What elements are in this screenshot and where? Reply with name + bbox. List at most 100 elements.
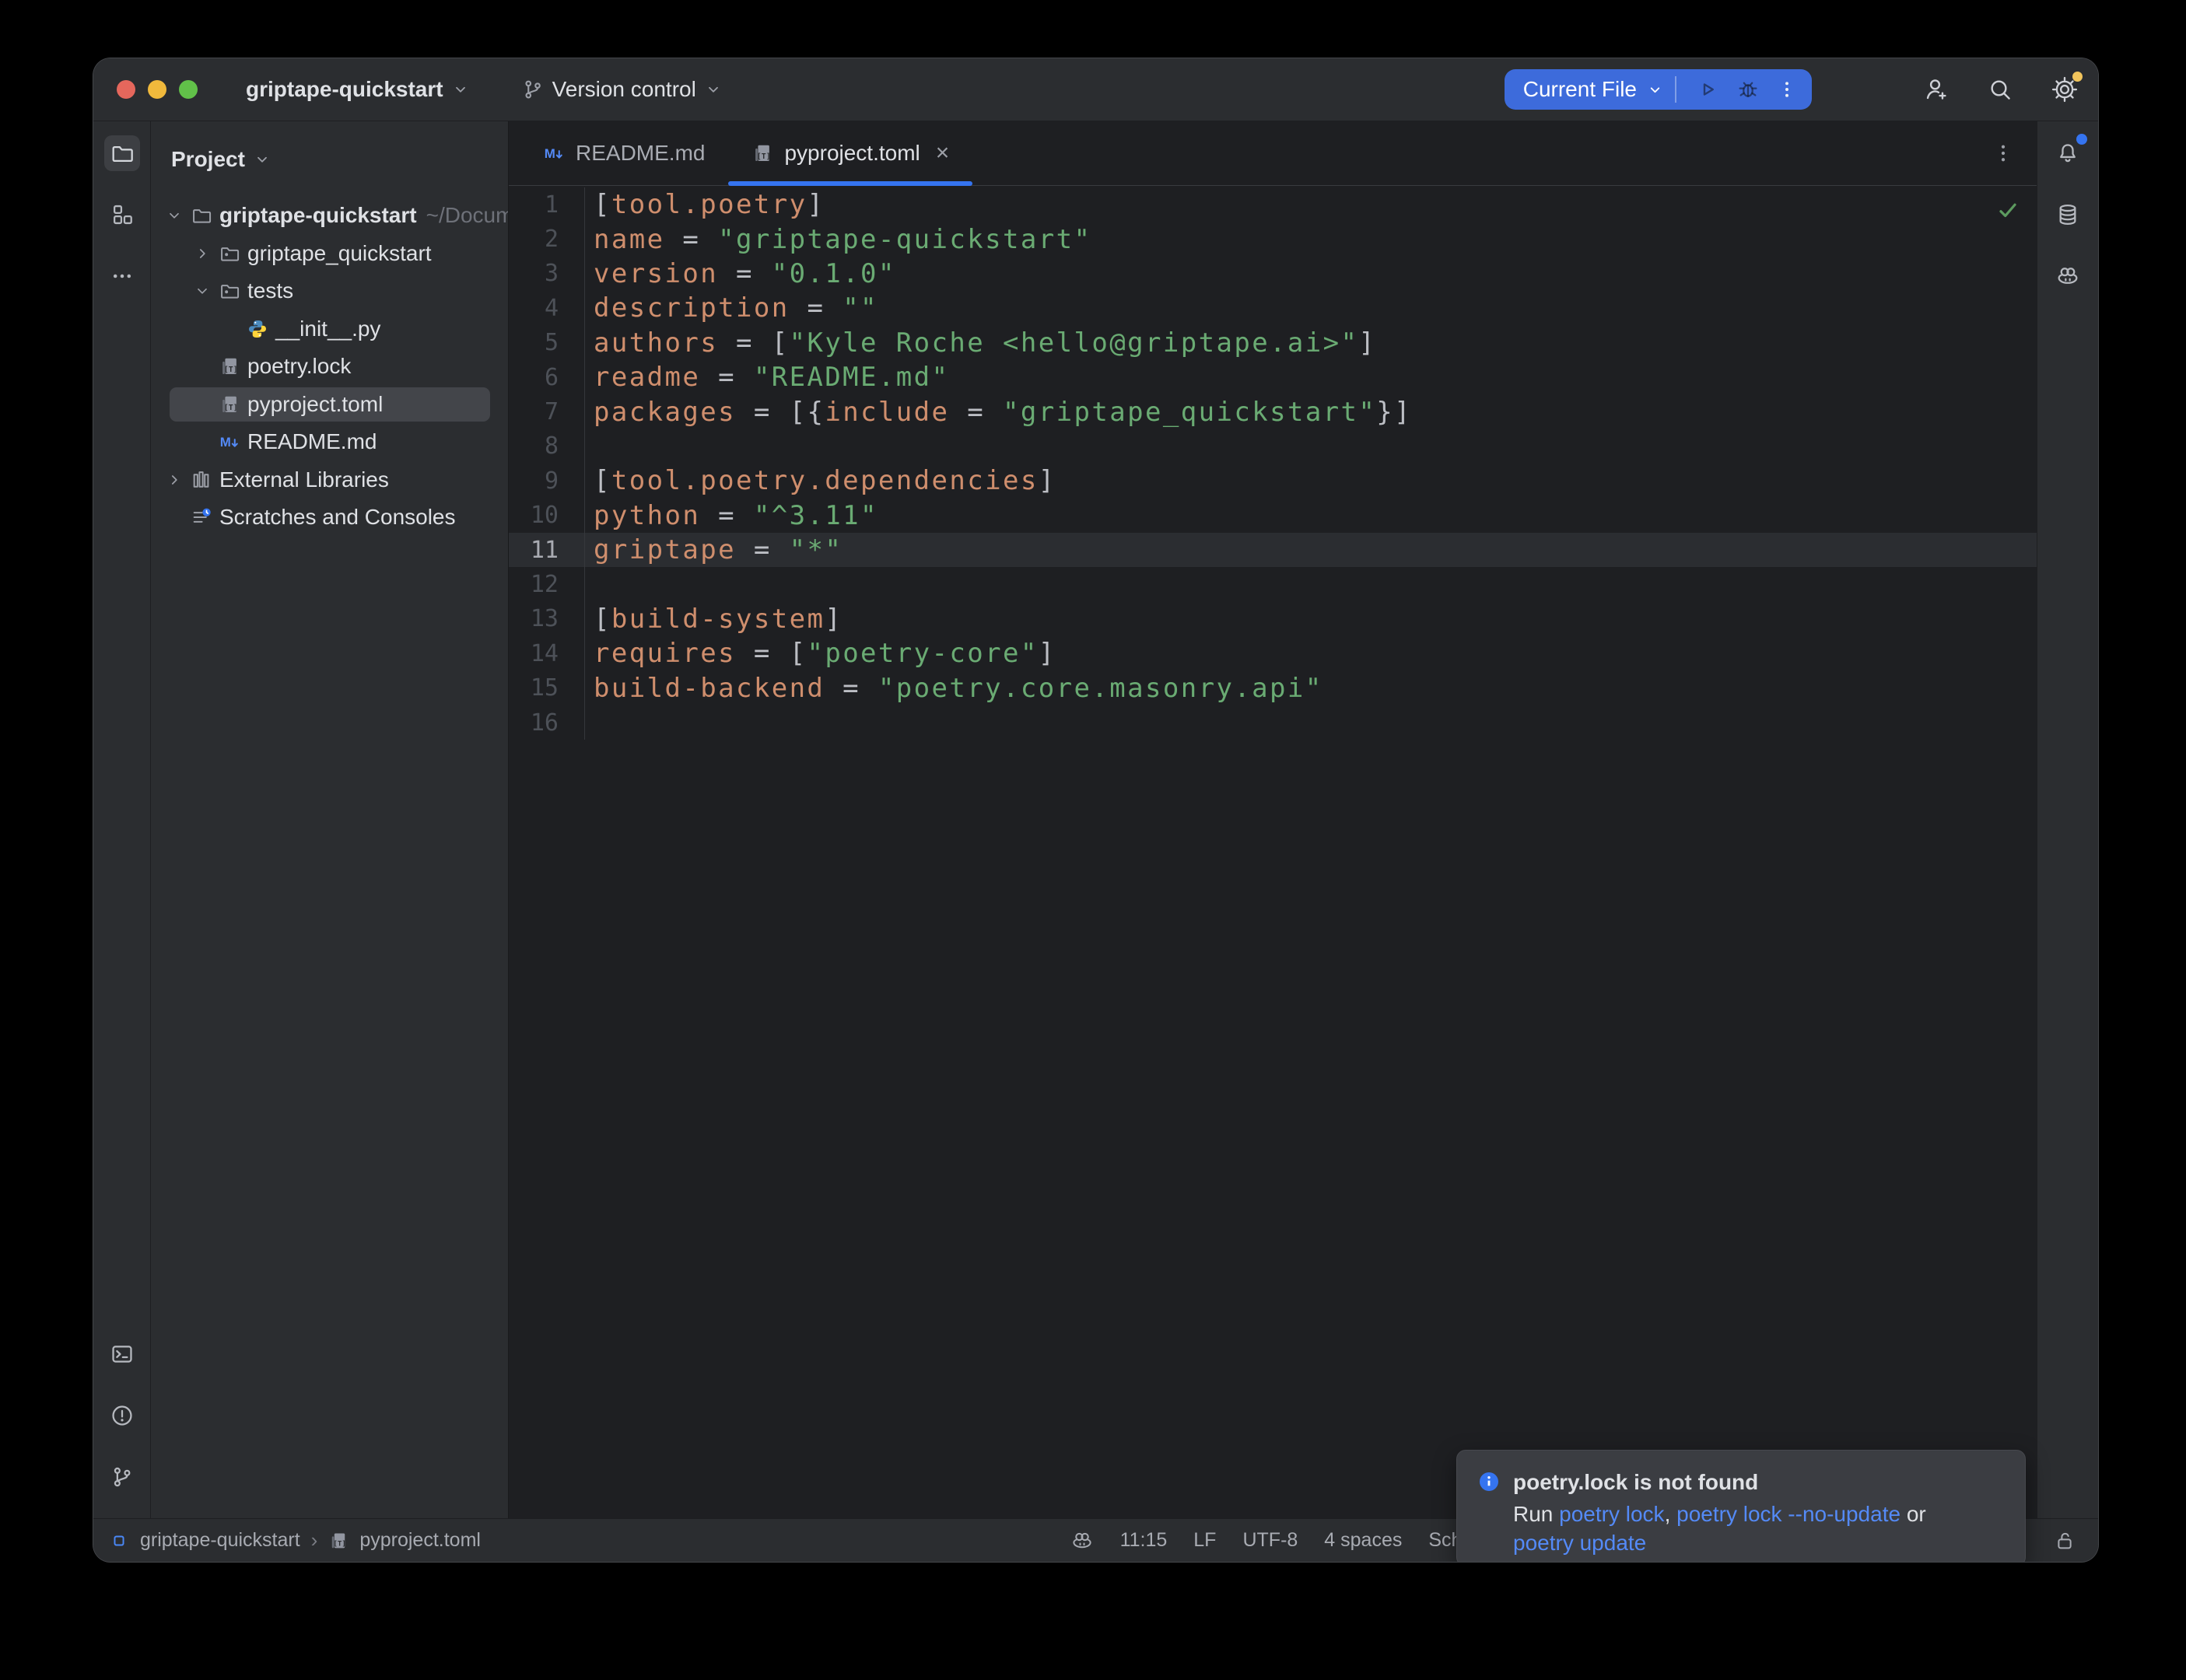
notification-body-text: , (1665, 1502, 1677, 1526)
tab-readme-md[interactable]: README.md (520, 121, 728, 185)
tool-strip-button-project[interactable] (104, 135, 140, 171)
editor[interactable]: 1[tool.poetry]2name = "griptape-quicksta… (509, 186, 2037, 1518)
poetry-lock-link[interactable]: poetry lock (1559, 1502, 1664, 1526)
vcs-widget-label: Version control (552, 77, 696, 102)
run-button[interactable] (1695, 77, 1720, 102)
info-icon (1477, 1470, 1501, 1493)
tool-strip-button-database[interactable] (2050, 197, 2086, 233)
tool-strip-button-terminal[interactable] (104, 1336, 140, 1372)
code-text: readme = "README.md" (585, 362, 949, 393)
library-icon (191, 469, 212, 491)
tree-item-label: tests (247, 278, 293, 303)
line-number: 10 (509, 499, 585, 533)
chevron-right-icon (165, 471, 184, 489)
tool-strip-button-more-tools[interactable] (104, 258, 140, 294)
tree-item-pyproject-toml[interactable]: pyproject.toml (151, 386, 508, 424)
chevron-right-icon[interactable] (162, 471, 187, 489)
code-line-9[interactable]: 9[tool.poetry.dependencies] (509, 464, 2037, 498)
breadcrumb-file[interactable]: pyproject.toml (359, 1529, 481, 1552)
vcs-widget[interactable]: Version control (521, 77, 723, 102)
tree-item-poetry-lock[interactable]: poetry.lock (151, 348, 508, 386)
code-line-11[interactable]: 11griptape = "*" (509, 533, 2037, 567)
close-window-button[interactable] (117, 80, 135, 99)
code-text: requires = ["poetry-core"] (585, 638, 1056, 669)
line-number: 14 (509, 636, 585, 670)
breadcrumb-project[interactable]: griptape-quickstart (140, 1529, 300, 1552)
tree-item-tests[interactable]: tests (151, 272, 508, 310)
notification-balloon: poetry.lock is not found Run poetry lock… (1456, 1450, 2026, 1562)
bell-icon (2055, 141, 2080, 166)
tab-label: pyproject.toml (784, 141, 920, 166)
chevron-right-icon[interactable] (190, 244, 215, 263)
code-line-2[interactable]: 2name = "griptape-quickstart" (509, 222, 2037, 256)
line-number: 9 (509, 464, 585, 498)
minimize-window-button[interactable] (148, 80, 166, 99)
code-text: packages = [{include = "griptape_quickst… (585, 397, 1412, 428)
markdown-icon (543, 142, 565, 164)
project-panel-header[interactable]: Project (151, 121, 508, 197)
line-number: 16 (509, 705, 585, 740)
code-line-4[interactable]: 4description = "" (509, 291, 2037, 325)
project-selector[interactable]: griptape-quickstart (246, 77, 470, 102)
tool-strip-button-structure[interactable] (104, 197, 140, 233)
code-with-me-button[interactable] (1922, 75, 1950, 103)
editor-tab-bar: README.md pyproject.toml × (509, 121, 2037, 186)
zoom-window-button[interactable] (179, 80, 198, 99)
chevron-down-icon[interactable] (1646, 81, 1664, 99)
editor-options-icon[interactable] (1992, 142, 2015, 165)
line-ending-indicator[interactable]: LF (1193, 1529, 1216, 1552)
search-everywhere-button[interactable] (1986, 75, 2014, 103)
tool-strip-button-ai-assistant[interactable] (2050, 258, 2086, 294)
code-line-10[interactable]: 10python = "^3.11" (509, 499, 2037, 533)
code-line-6[interactable]: 6readme = "README.md" (509, 360, 2037, 394)
ai-assistant-status-icon[interactable] (1070, 1529, 1094, 1552)
inspections-ok-check-icon[interactable] (1996, 198, 2020, 222)
chevron-down-icon[interactable] (162, 206, 187, 225)
tree-item-griptape-quickstart[interactable]: griptape-quickstart~/Docume (151, 197, 508, 235)
code-line-8[interactable]: 8 (509, 429, 2037, 464)
run-config-selector[interactable]: Current File (1523, 77, 1637, 102)
code-line-14[interactable]: 14requires = ["poetry-core"] (509, 636, 2037, 670)
line-number: 1 (509, 187, 585, 222)
code-line-13[interactable]: 13[build-system] (509, 602, 2037, 636)
tool-strip-button-notifications[interactable] (2050, 135, 2086, 171)
code-line-12[interactable]: 12 (509, 567, 2037, 601)
code-text: description = "" (585, 292, 878, 324)
debug-button[interactable] (1736, 77, 1760, 102)
close-tab-icon[interactable]: × (936, 142, 950, 165)
tab-pyproject-toml[interactable]: pyproject.toml × (728, 121, 972, 185)
user-plus-icon (1922, 75, 1950, 103)
code-line-7[interactable]: 7packages = [{include = "griptape_quicks… (509, 394, 2037, 429)
tree-item--init-py[interactable]: __init__.py (151, 310, 508, 348)
breadcrumb-separator: › (311, 1528, 318, 1552)
code-line-3[interactable]: 3version = "0.1.0" (509, 257, 2037, 291)
tool-strip-button-problems[interactable] (104, 1398, 140, 1433)
chevron-down-icon[interactable] (190, 282, 215, 300)
run-more-options-button[interactable] (1776, 79, 1798, 100)
toml-icon (219, 394, 240, 415)
problems-icon (110, 1403, 135, 1428)
editor-area: README.md pyproject.toml × 1[tool.poetry]2… (509, 121, 2037, 1518)
tree-item-griptape-quickstart[interactable]: griptape_quickstart (151, 235, 508, 273)
code-line-1[interactable]: 1[tool.poetry] (509, 187, 2037, 222)
line-number: 8 (509, 429, 585, 464)
line-number: 15 (509, 670, 585, 705)
unlock-icon[interactable] (2053, 1529, 2076, 1552)
code-line-15[interactable]: 15build-backend = "poetry.core.masonry.a… (509, 670, 2037, 705)
tree-item-scratches-and-consoles[interactable]: Scratches and Consoles (151, 499, 508, 537)
folder-dot-icon (219, 280, 240, 302)
poetry-lock-no-update-link[interactable]: poetry lock --no-update (1676, 1502, 1900, 1526)
search-icon (1986, 75, 2014, 103)
indent-indicator[interactable]: 4 spaces (1324, 1529, 1402, 1552)
code-line-5[interactable]: 5authors = ["Kyle Roche <hello@griptape.… (509, 326, 2037, 360)
encoding-indicator[interactable]: UTF-8 (1242, 1529, 1298, 1552)
library-icon (190, 469, 213, 491)
code-line-16[interactable]: 16 (509, 705, 2037, 740)
tool-strip-button-version-control[interactable] (104, 1459, 140, 1495)
tree-item-readme-md[interactable]: README.md (151, 423, 508, 461)
tree-item-external-libraries[interactable]: External Libraries (151, 461, 508, 499)
poetry-update-link[interactable]: poetry update (1513, 1531, 1646, 1555)
settings-button[interactable] (2050, 75, 2079, 104)
line-number: 7 (509, 394, 585, 429)
caret-position[interactable]: 11:15 (1120, 1529, 1168, 1552)
